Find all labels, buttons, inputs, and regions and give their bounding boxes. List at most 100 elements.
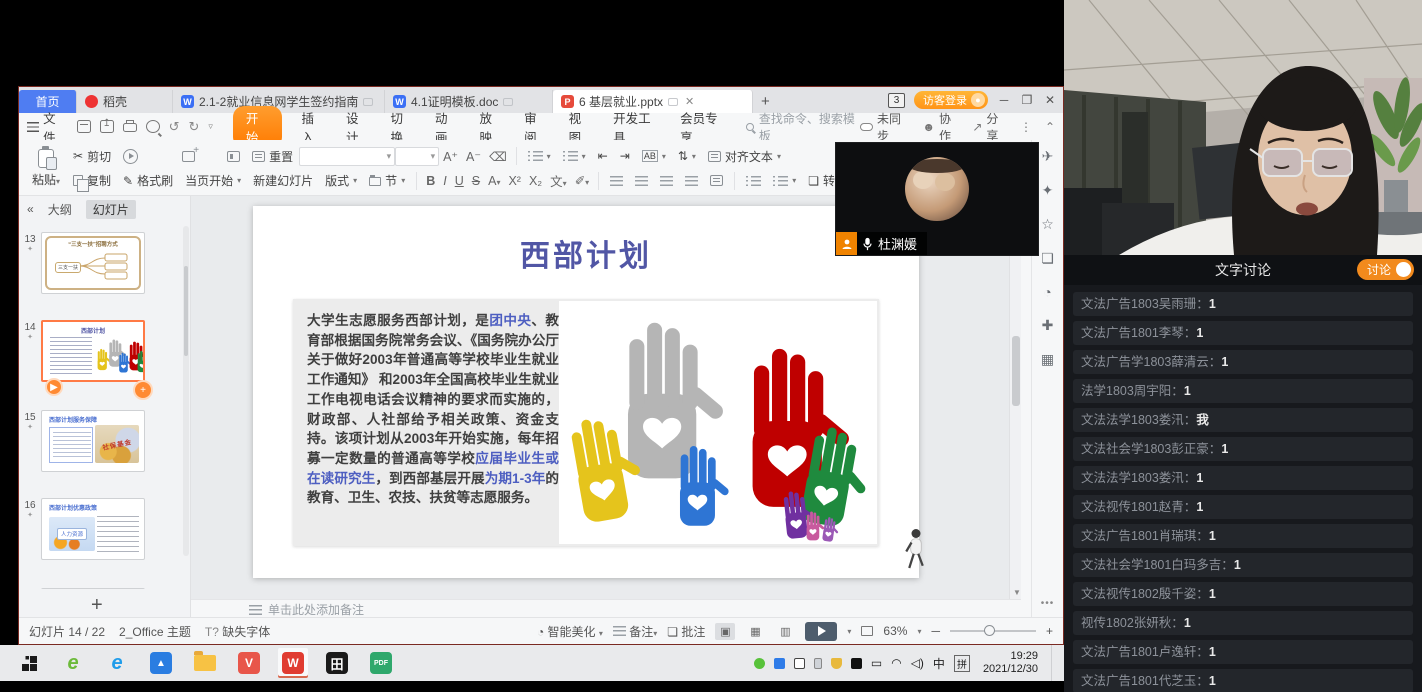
close-tab-icon[interactable]: ✕ bbox=[685, 95, 694, 108]
sorter-view-button[interactable]: ▦ bbox=[745, 623, 765, 640]
multi-window-icon[interactable]: ❏ bbox=[1041, 250, 1054, 267]
window-count-badge[interactable]: 3 bbox=[888, 93, 905, 108]
theme-name[interactable]: 2_Office 主题 bbox=[119, 623, 191, 640]
new-slide-icon-button[interactable] bbox=[182, 151, 195, 162]
tray-app-icon[interactable] bbox=[774, 658, 785, 669]
new-tab-button[interactable]: + bbox=[761, 93, 770, 110]
bold-button[interactable]: B bbox=[426, 174, 435, 188]
cut-button[interactable]: ✂剪切 bbox=[73, 148, 111, 165]
effects-icon[interactable]: ☆ bbox=[1041, 216, 1054, 233]
align-text-button[interactable]: 对齐文本▾ bbox=[708, 148, 781, 165]
save-icon[interactable] bbox=[77, 120, 91, 133]
tray-battery-icon[interactable]: ▭ bbox=[871, 656, 882, 670]
play-from-page-button[interactable]: 当页开始▾ bbox=[185, 172, 241, 189]
notes-bar[interactable]: 单击此处添加备注 bbox=[191, 599, 1021, 619]
close-button[interactable]: ✕ bbox=[1043, 93, 1057, 107]
discussion-toggle[interactable]: 讨论 bbox=[1357, 259, 1414, 280]
tray-security-shield-icon[interactable] bbox=[831, 658, 842, 669]
slide-canvas[interactable]: 西部计划 大学生志愿服务西部计划，是团中央、教育部根据国务院常务会议、《国务院办… bbox=[253, 206, 919, 578]
tray-volume-icon[interactable]: ◁) bbox=[911, 656, 924, 670]
notes-toggle-button[interactable]: 备注▾ bbox=[613, 623, 657, 640]
taskbar-start-icon[interactable] bbox=[14, 648, 44, 678]
subscript-button[interactable]: X₂ bbox=[529, 174, 542, 188]
share-button[interactable]: ↗ 分享 bbox=[972, 110, 1007, 144]
tab-document-1[interactable]: 稻壳 bbox=[77, 90, 173, 113]
print-preview-icon[interactable] bbox=[146, 120, 160, 133]
new-slide-button[interactable]: 新建幻灯片 bbox=[253, 172, 313, 189]
redo-icon[interactable]: ↻ bbox=[188, 119, 199, 135]
increase-font-icon[interactable]: A⁺ bbox=[443, 149, 458, 164]
add-slide-button[interactable]: + bbox=[91, 594, 103, 617]
zoom-slider-knob[interactable] bbox=[984, 625, 995, 636]
justify-button[interactable] bbox=[685, 176, 698, 186]
numbered-list-button[interactable]: ▾ bbox=[563, 151, 586, 161]
align-center-button[interactable] bbox=[635, 176, 648, 186]
export-icon[interactable] bbox=[100, 120, 114, 133]
slide-editor-canvas[interactable]: 西部计划 大学生志愿服务西部计划，是团中央、教育部根据国务院常务会议、《国务院办… bbox=[191, 196, 1021, 599]
slide-thumbnail-17[interactable] bbox=[41, 588, 145, 589]
command-search[interactable]: 查找命令、搜索模板 bbox=[746, 110, 860, 144]
zoom-in-button[interactable]: + bbox=[1046, 624, 1053, 638]
collaborate-button[interactable]: ☻ 协作 bbox=[922, 110, 959, 144]
clear-format-icon[interactable]: ⌫ bbox=[489, 149, 507, 164]
slide-body-text[interactable]: 大学生志愿服务西部计划，是团中央、教育部根据国务院常务会议、《国务院办公厅关于做… bbox=[307, 311, 559, 508]
undo-icon[interactable]: ↺ bbox=[169, 119, 180, 135]
tray-media-icon[interactable] bbox=[851, 658, 862, 669]
shapes-icon[interactable]: ✚ bbox=[1042, 317, 1054, 334]
slide-thumbnail-15[interactable]: 西部计划服务保障社保基金 bbox=[41, 410, 145, 472]
missing-font-warning[interactable]: T? 缺失字体 bbox=[205, 623, 270, 640]
customize-caret-icon[interactable]: ▿ bbox=[208, 121, 213, 132]
reading-view-button[interactable]: ▥ bbox=[775, 623, 795, 640]
tray-language-indicator[interactable]: 中 bbox=[933, 655, 945, 672]
slide-thumbnail-14[interactable]: 西部计划 bbox=[41, 320, 145, 382]
tray-network-icon[interactable]: ◠ bbox=[891, 656, 901, 670]
more-menu-icon[interactable]: ⋮ bbox=[1020, 120, 1032, 134]
normal-view-button[interactable]: ▣ bbox=[715, 623, 735, 640]
zoom-out-button[interactable]: ─ bbox=[931, 624, 940, 638]
format-painter-button[interactable]: ✎格式刷 bbox=[123, 172, 173, 189]
underline-button[interactable]: U bbox=[455, 174, 464, 188]
paste-button[interactable]: 粘贴▾ bbox=[25, 144, 67, 193]
tray-display-icon[interactable] bbox=[794, 658, 805, 669]
taskbar-pdf-icon[interactable]: PDF bbox=[366, 648, 396, 678]
zoom-slider[interactable] bbox=[950, 630, 1036, 632]
screen-share-icon[interactable]: ✈ bbox=[1042, 148, 1054, 165]
taskbar-app-red-icon[interactable]: V bbox=[234, 648, 264, 678]
taskbar-ie-green-icon[interactable]: e bbox=[58, 648, 88, 678]
taskbar-wps-icon[interactable]: W bbox=[278, 648, 308, 678]
minimize-button[interactable]: ─ bbox=[997, 93, 1011, 107]
more-tools-icon[interactable]: ••• bbox=[1041, 598, 1055, 609]
slide-title[interactable]: 西部计划 bbox=[253, 231, 919, 275]
align-left-button[interactable] bbox=[610, 176, 623, 186]
highlight-button[interactable]: ✐▾ bbox=[575, 173, 590, 188]
restore-button[interactable]: ❐ bbox=[1020, 93, 1034, 107]
para-spacing-2-button[interactable]: ▾ bbox=[773, 176, 796, 186]
show-desktop-button[interactable] bbox=[1051, 645, 1056, 681]
fit-to-window-icon[interactable] bbox=[861, 626, 873, 636]
tray-usb-icon[interactable] bbox=[814, 658, 822, 669]
distribute-button[interactable] bbox=[710, 175, 723, 186]
play-from-page-icon-button[interactable] bbox=[123, 149, 138, 164]
taskbar-file-explorer-icon[interactable] bbox=[190, 648, 220, 678]
beautify-button[interactable]: ◔ 智能美化 ▾ bbox=[537, 623, 603, 640]
tab-slides[interactable]: 幻灯片 bbox=[86, 200, 136, 219]
style-tools-icon[interactable]: ✦ bbox=[1042, 182, 1054, 199]
strikethrough-button[interactable]: S bbox=[472, 174, 480, 188]
text-direction-button[interactable]: AB▾ bbox=[642, 150, 666, 162]
font-size-combo[interactable]: ▾ bbox=[395, 147, 439, 166]
taskbar-ie-blue-icon[interactable]: e bbox=[102, 648, 132, 678]
zoom-level[interactable]: 63% bbox=[883, 624, 907, 638]
slideshow-play-button[interactable] bbox=[805, 622, 837, 641]
slide-thumbnail-16[interactable]: 西部计划优惠政策人力资源 bbox=[41, 498, 145, 560]
para-spacing-1-button[interactable] bbox=[746, 176, 761, 186]
slide-thumbnail-13[interactable]: “三支一扶”招聘方式三支一扶 bbox=[41, 232, 145, 294]
text-effect-button[interactable]: 文▾ bbox=[550, 171, 567, 190]
taskbar-app-grid-icon[interactable]: 田 bbox=[322, 648, 352, 678]
font-color-button[interactable]: A▾ bbox=[488, 174, 500, 188]
layout-icon-button[interactable] bbox=[227, 151, 240, 162]
panel-scrollbar[interactable] bbox=[183, 226, 189, 556]
taskbar-app-mountain-icon[interactable]: ▲ bbox=[146, 648, 176, 678]
decrease-indent-button[interactable]: ⇤ bbox=[598, 149, 608, 163]
taskbar-clock[interactable]: 19:29 2021/12/30 bbox=[983, 650, 1038, 676]
layout-button[interactable]: 版式▾ bbox=[325, 172, 357, 189]
